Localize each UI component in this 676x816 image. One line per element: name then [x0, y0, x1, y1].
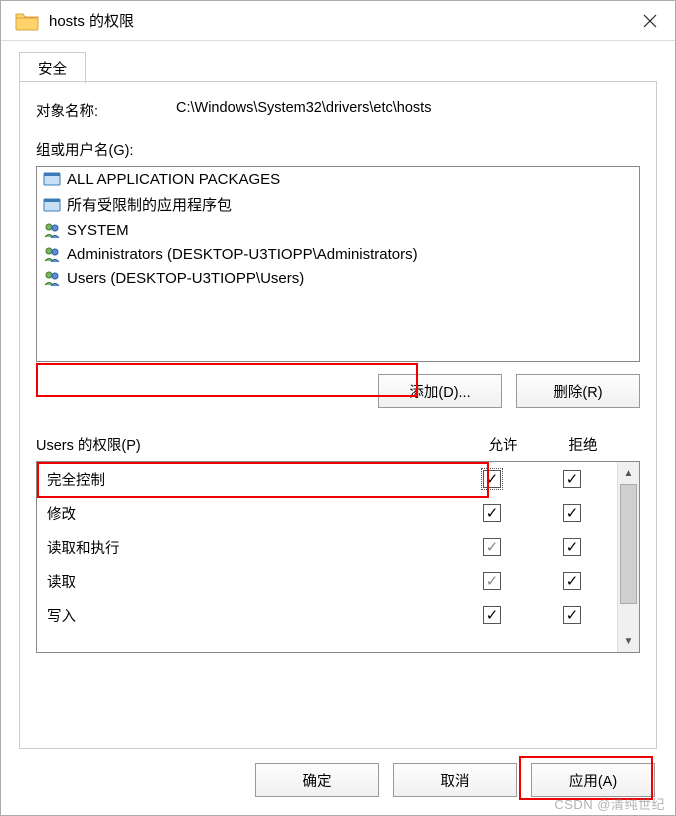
- permissions-scrollbar[interactable]: ▲ ▼: [617, 462, 639, 652]
- permission-row: 写入: [37, 598, 617, 632]
- cancel-button[interactable]: 取消: [393, 763, 517, 797]
- group-item[interactable]: 所有受限制的应用程序包: [37, 191, 639, 218]
- object-name-label: 对象名称:: [36, 100, 176, 121]
- close-icon: [643, 14, 657, 28]
- permissions-header: Users 的权限(P) 允许 拒绝: [36, 434, 640, 455]
- apply-button[interactable]: 应用(A): [531, 763, 655, 797]
- permission-deny-cell: [537, 538, 607, 556]
- users-icon: [43, 269, 61, 287]
- checkbox-deny[interactable]: [563, 538, 581, 556]
- object-name-value: C:\Windows\System32\drivers\etc\hosts: [176, 100, 640, 121]
- permission-name: 读取和执行: [47, 537, 447, 558]
- group-item-label: SYSTEM: [67, 222, 129, 239]
- permissions-grid: 完全控制修改读取和执行读取写入 ▲ ▼: [36, 461, 640, 653]
- group-item-label: 所有受限制的应用程序包: [67, 194, 232, 215]
- ok-button[interactable]: 确定: [255, 763, 379, 797]
- checkbox-deny[interactable]: [563, 470, 581, 488]
- titlebar: hosts 的权限: [1, 1, 675, 41]
- permission-name: 完全控制: [47, 469, 447, 490]
- add-remove-row: 添加(D)... 删除(R): [36, 374, 640, 408]
- users-icon: [43, 221, 61, 239]
- permission-row: 读取和执行: [37, 530, 617, 564]
- folder-icon: [15, 11, 39, 31]
- permission-deny-cell: [537, 504, 607, 522]
- group-item[interactable]: Administrators (DESKTOP-U3TIOPP\Administ…: [37, 242, 639, 266]
- groups-label: 组或用户名(G):: [36, 139, 640, 160]
- checkbox-deny[interactable]: [563, 606, 581, 624]
- checkbox-allow[interactable]: [483, 538, 501, 556]
- group-item-label: ALL APPLICATION PACKAGES: [67, 171, 280, 188]
- dialog-button-row: 确定 取消 应用(A): [1, 749, 675, 815]
- security-panel: 对象名称: C:\Windows\System32\drivers\etc\ho…: [19, 81, 657, 749]
- checkbox-deny[interactable]: [563, 504, 581, 522]
- permissions-scroll-area: 完全控制修改读取和执行读取写入: [37, 462, 617, 652]
- package-icon: [43, 170, 61, 188]
- checkbox-allow[interactable]: [483, 572, 501, 590]
- permission-allow-cell: [447, 538, 537, 556]
- permission-deny-cell: [537, 572, 607, 590]
- permission-allow-cell: [447, 572, 537, 590]
- permissions-title: Users 的权限(P): [36, 434, 458, 455]
- permission-name: 修改: [47, 503, 447, 524]
- checkbox-deny[interactable]: [563, 572, 581, 590]
- close-button[interactable]: [625, 1, 675, 40]
- permission-row: 完全控制: [37, 462, 617, 496]
- scroll-thumb[interactable]: [620, 484, 637, 604]
- groups-listbox[interactable]: ALL APPLICATION PACKAGES 所有受限制的应用程序包 SYSTE…: [36, 166, 640, 362]
- group-item[interactable]: Users (DESKTOP-U3TIOPP\Users): [37, 266, 639, 290]
- permission-name: 写入: [47, 605, 447, 626]
- permission-row: 读取: [37, 564, 617, 598]
- permission-allow-cell: [447, 504, 537, 522]
- group-item[interactable]: SYSTEM: [37, 218, 639, 242]
- group-item[interactable]: ALL APPLICATION PACKAGES: [37, 167, 639, 191]
- permission-row: 修改: [37, 496, 617, 530]
- permission-deny-cell: [537, 606, 607, 624]
- permission-allow-cell: [447, 606, 537, 624]
- allow-header: 允许: [458, 434, 548, 455]
- permission-deny-cell: [537, 470, 607, 488]
- group-item-label: Users (DESKTOP-U3TIOPP\Users): [67, 270, 304, 287]
- remove-button[interactable]: 删除(R): [516, 374, 640, 408]
- package-icon: [43, 196, 61, 214]
- scroll-down-icon[interactable]: ▼: [618, 630, 639, 652]
- permission-name: 读取: [47, 571, 447, 592]
- permissions-dialog: hosts 的权限 安全 对象名称: C:\Windows\System32\d…: [0, 0, 676, 816]
- users-icon: [43, 245, 61, 263]
- permission-allow-cell: [447, 470, 537, 488]
- scroll-up-icon[interactable]: ▲: [618, 462, 639, 484]
- checkbox-allow[interactable]: [483, 606, 501, 624]
- permission-row: [37, 632, 617, 650]
- checkbox-allow[interactable]: [483, 470, 501, 488]
- add-button[interactable]: 添加(D)...: [378, 374, 502, 408]
- group-item-label: Administrators (DESKTOP-U3TIOPP\Administ…: [67, 246, 418, 263]
- deny-header: 拒绝: [548, 434, 618, 455]
- checkbox-allow[interactable]: [483, 504, 501, 522]
- object-name-row: 对象名称: C:\Windows\System32\drivers\etc\ho…: [36, 100, 640, 121]
- tab-security[interactable]: 安全: [19, 52, 86, 84]
- tab-strip: 安全: [19, 51, 675, 81]
- window-title: hosts 的权限: [49, 10, 625, 31]
